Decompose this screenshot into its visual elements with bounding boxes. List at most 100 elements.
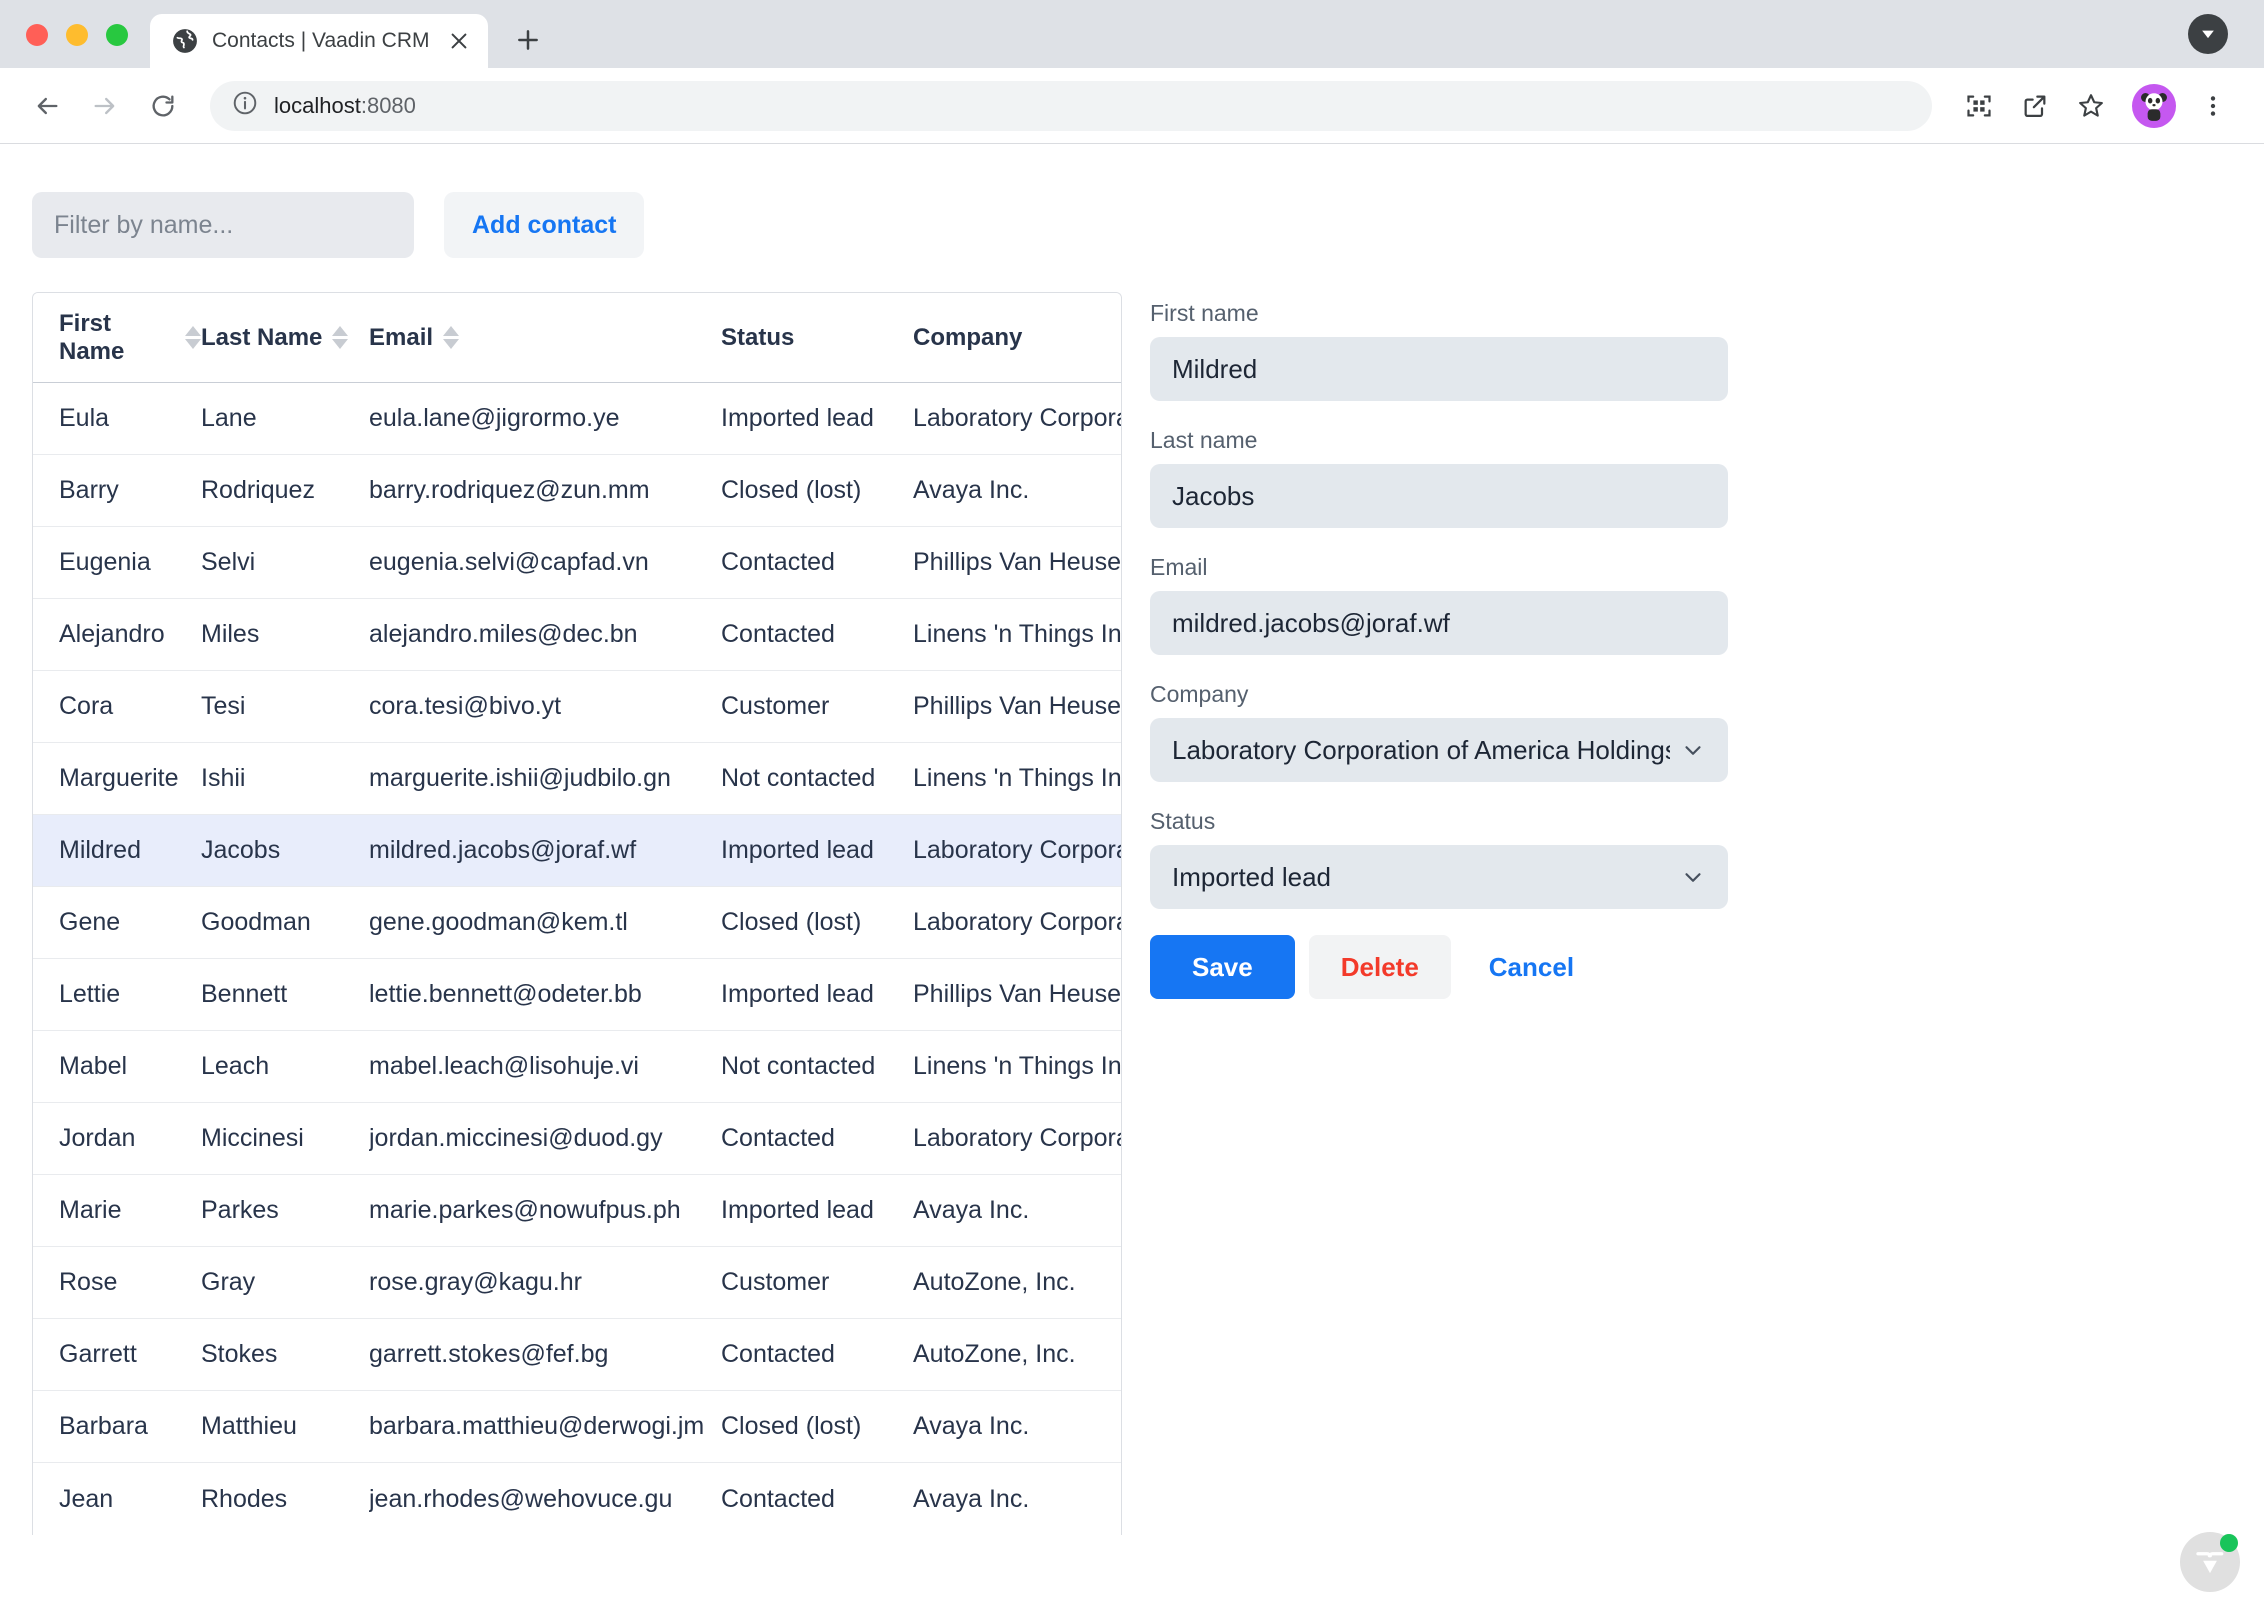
table-cell-email: eula.lane@jigrormo.ye: [369, 404, 620, 432]
chevron-down-icon[interactable]: [2188, 14, 2228, 54]
sort-toggle-icon[interactable]: [332, 326, 349, 349]
table-cell-status: Imported lead: [721, 1196, 874, 1224]
qr-code-icon[interactable]: [1954, 81, 2004, 131]
filter-placeholder: Filter by name...: [54, 210, 234, 239]
table-cell-company: Phillips Van Heusen: [913, 548, 1121, 576]
company-value: Laboratory Corporation of America Holdin…: [1172, 734, 1670, 765]
url-text: localhost:8080: [274, 93, 416, 119]
page-viewport: Filter by name... Add contact First Name…: [0, 144, 2264, 1606]
table-cell-email: rose.gray@kagu.hr: [369, 1268, 582, 1296]
table-row[interactable]: Alejandro Miles alejandro.miles@dec.bn Cont…: [33, 599, 1121, 671]
table-cell-email: jordan.miccinesi@duod.gy: [369, 1124, 663, 1152]
table-cell-company: Linens 'n Things Inc.: [913, 1052, 1121, 1080]
filter-input[interactable]: Filter by name...: [32, 192, 414, 258]
last-name-value: Jacobs: [1172, 480, 1255, 511]
panda-avatar-icon[interactable]: [2132, 83, 2176, 128]
status-select[interactable]: Imported lead: [1150, 845, 1728, 909]
reload-icon[interactable]: [138, 81, 188, 131]
table-row[interactable]: Eula Lane eula.lane@jigrormo.ye Imported le…: [33, 383, 1121, 455]
table-row[interactable]: Cora Tesi cora.tesi@bivo.yt Customer Phillip…: [33, 671, 1121, 743]
vaadin-logo-icon[interactable]: [2180, 1532, 2240, 1592]
cancel-button[interactable]: Cancel: [1465, 935, 1598, 999]
table-cell-first: Jordan: [59, 1124, 136, 1152]
sort-toggle-icon[interactable]: [185, 326, 201, 349]
grid-column-header[interactable]: First Name: [33, 310, 201, 366]
sort-toggle-icon[interactable]: [443, 326, 460, 349]
table-cell-first: Gene: [59, 908, 121, 936]
table-cell-first: Jean: [59, 1484, 114, 1513]
table-cell-first: Garrett: [59, 1340, 137, 1368]
table-cell-email: alejandro.miles@dec.bn: [369, 620, 638, 648]
table-cell-company: Laboratory Corporation of America Holdin…: [913, 1124, 1121, 1152]
company-select[interactable]: Laboratory Corporation of America Holdin…: [1150, 718, 1728, 782]
table-row[interactable]: Garrett Stokes garrett.stokes@fef.bg Contac…: [33, 1319, 1121, 1391]
grid-column-header[interactable]: Last Name: [201, 324, 369, 352]
chevron-down-icon[interactable]: [1680, 737, 1706, 763]
three-dot-menu-icon[interactable]: [2188, 81, 2238, 131]
email-field[interactable]: mildred.jacobs@joraf.wf: [1150, 591, 1728, 655]
grid-column-header: Company: [913, 324, 1121, 352]
table-row[interactable]: Barry Rodriquez barry.rodriquez@zun.mm Clos…: [33, 455, 1121, 527]
table-cell-email: barbara.matthieu@derwogi.jm: [369, 1412, 705, 1440]
contact-form: First name Mildred Last name Jacobs Emai…: [1150, 292, 1750, 999]
table-cell-status: Customer: [721, 1268, 830, 1296]
grid-column-header[interactable]: Email: [369, 324, 721, 352]
table-cell-email: mildred.jacobs@joraf.wf: [369, 836, 637, 864]
column-header-label: Email: [369, 323, 434, 351]
table-row[interactable]: Mildred Jacobs mildred.jacobs@joraf.wf Impo…: [33, 815, 1121, 887]
table-cell-status: Customer: [721, 692, 830, 720]
share-icon[interactable]: [2010, 81, 2060, 131]
table-cell-first: Barry: [59, 476, 119, 504]
first-name-field[interactable]: Mildred: [1150, 337, 1728, 401]
table-cell-email: jean.rhodes@wehovuce.gu: [369, 1484, 673, 1513]
tab-strip-actions: [2188, 14, 2228, 54]
table-cell-company: Linens 'n Things Inc.: [913, 620, 1121, 648]
table-cell-last: Miles: [201, 620, 260, 648]
table-row[interactable]: Barbara Matthieu barbara.matthieu@derwogi.…: [33, 1391, 1121, 1463]
arrow-right-icon[interactable]: [80, 81, 130, 131]
table-cell-first: Eugenia: [59, 548, 151, 576]
save-button[interactable]: Save: [1150, 935, 1295, 999]
delete-button[interactable]: Delete: [1308, 935, 1451, 999]
minimize-window-button[interactable]: [66, 24, 88, 46]
table-cell-status: Not contacted: [721, 764, 876, 792]
table-cell-company: Avaya Inc.: [913, 1196, 1030, 1224]
close-icon[interactable]: [446, 28, 472, 54]
last-name-field[interactable]: Jacobs: [1150, 464, 1728, 528]
address-bar[interactable]: localhost:8080: [210, 80, 1932, 131]
arrow-left-icon[interactable]: [22, 81, 72, 131]
url-host: localhost: [274, 92, 361, 118]
table-cell-status: Contacted: [721, 620, 835, 648]
table-row[interactable]: Mabel Leach mabel.leach@lisohuje.vi Not con…: [33, 1031, 1121, 1103]
table-cell-last: Leach: [201, 1052, 270, 1080]
table-cell-last: Stokes: [201, 1340, 278, 1368]
content-area: First Name Last Name Email Status Company Eu…: [0, 258, 2264, 1535]
status-label: Status: [1150, 808, 1216, 834]
star-icon[interactable]: [2066, 81, 2116, 131]
table-cell-status: Imported lead: [721, 980, 874, 1008]
table-row[interactable]: Marguerite Ishii marguerite.ishii@judbilo.…: [33, 743, 1121, 815]
window-controls: [26, 24, 128, 68]
column-header-label: First Name: [59, 309, 125, 365]
table-cell-email: garrett.stokes@fef.bg: [369, 1340, 609, 1368]
table-row[interactable]: Rose Gray rose.gray@kagu.hr Customer AutoZon…: [33, 1247, 1121, 1319]
browser-tab[interactable]: Contacts | Vaadin CRM: [150, 14, 488, 68]
table-cell-last: Rhodes: [201, 1484, 288, 1513]
table-row[interactable]: Eugenia Selvi eugenia.selvi@capfad.vn Conta…: [33, 527, 1121, 599]
table-row[interactable]: Marie Parkes marie.parkes@nowufpus.ph Impor…: [33, 1175, 1121, 1247]
table-cell-last: Selvi: [201, 548, 256, 576]
info-icon[interactable]: [232, 90, 258, 121]
table-row[interactable]: Jordan Miccinesi jordan.miccinesi@duod.gy C…: [33, 1103, 1121, 1175]
chevron-down-icon[interactable]: [1680, 864, 1706, 890]
table-cell-first: Eula: [59, 404, 110, 432]
table-row[interactable]: Jean Rhodes jean.rhodes@wehovuce.gu Contact…: [33, 1463, 1121, 1535]
table-cell-status: Closed (lost): [721, 908, 862, 936]
company-label: Company: [1150, 681, 1249, 707]
table-cell-first: Cora: [59, 692, 114, 720]
close-window-button[interactable]: [26, 24, 48, 46]
table-row[interactable]: Gene Goodman gene.goodman@kem.tl Closed (lo…: [33, 887, 1121, 959]
table-row[interactable]: Lettie Bennett lettie.bennett@odeter.bb Imp…: [33, 959, 1121, 1031]
add-contact-button[interactable]: Add contact: [444, 192, 645, 258]
new-tab-button[interactable]: [506, 18, 550, 62]
maximize-window-button[interactable]: [106, 24, 128, 46]
